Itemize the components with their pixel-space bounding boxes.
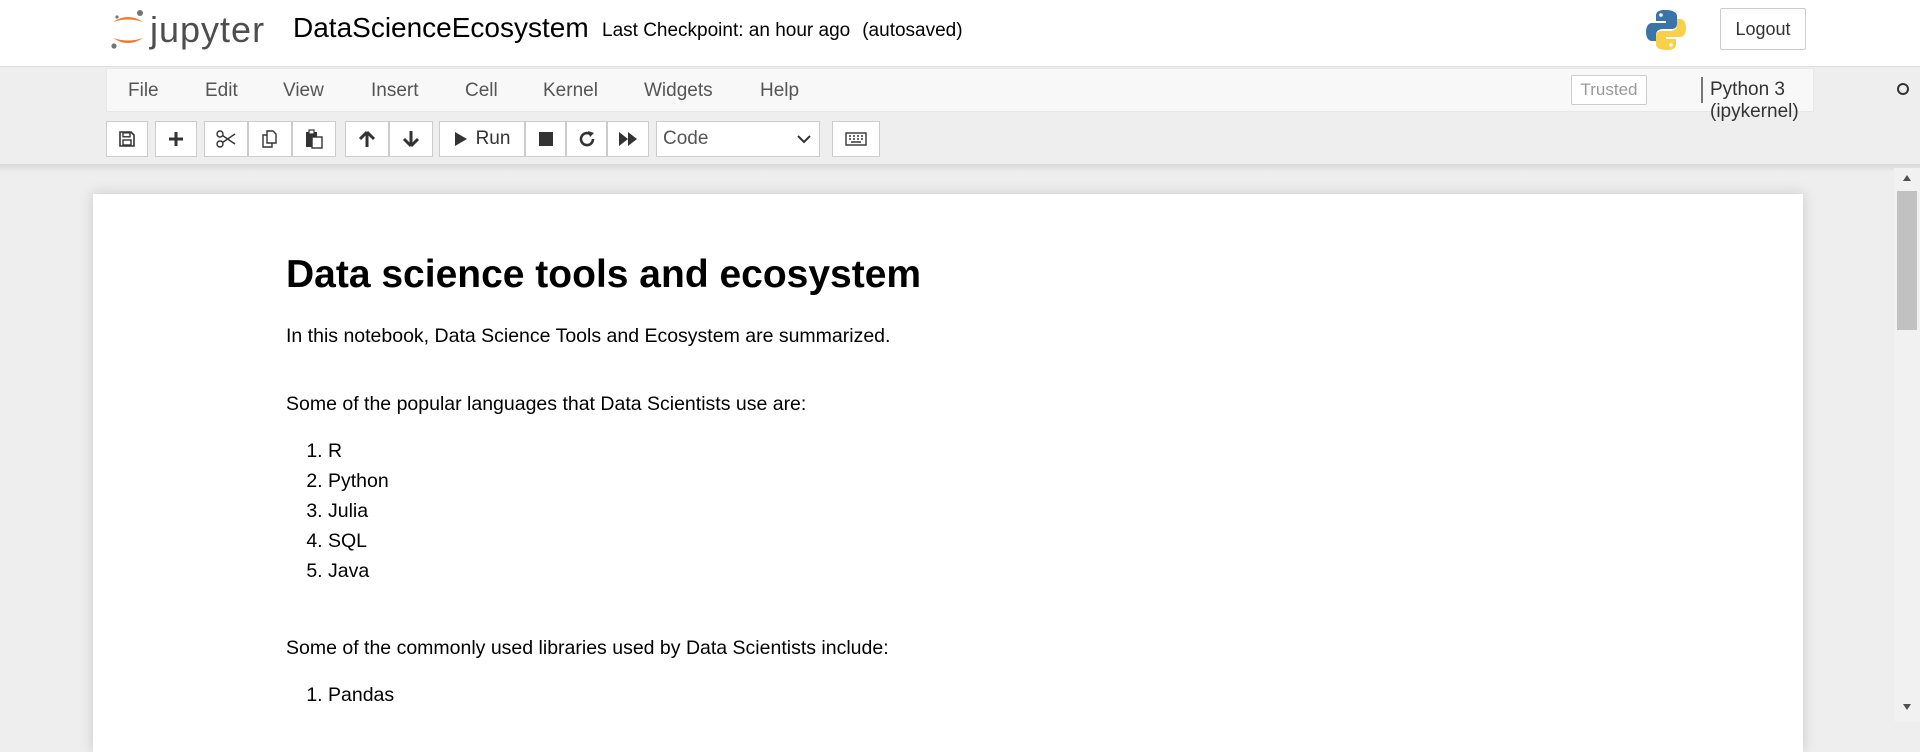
arrow-up-icon [358, 130, 376, 147]
copy-button[interactable] [248, 121, 292, 157]
list-item: Pandas [328, 680, 1586, 710]
scroll-down-arrow-icon[interactable] [1902, 703, 1912, 711]
notebook-title[interactable]: DataScienceEcosystem [293, 12, 589, 44]
menu-help[interactable]: Help [760, 80, 799, 102]
save-button[interactable] [106, 121, 148, 157]
cut-icon [216, 130, 236, 148]
command-palette-button[interactable] [832, 121, 880, 157]
run-button[interactable]: Run [439, 121, 525, 157]
stop-icon [538, 132, 553, 146]
scroll-up-arrow-icon[interactable] [1902, 174, 1912, 182]
menu-insert[interactable]: Insert [371, 80, 419, 102]
header-shadow [0, 164, 1920, 172]
cell-type-select[interactable]: Code [656, 121, 820, 157]
paste-icon [306, 129, 323, 149]
autosave-status: (autosaved) [862, 20, 963, 41]
interrupt-button[interactable] [525, 121, 566, 157]
cell-type-value: Code [663, 128, 709, 149]
libraries-list: Pandas [286, 680, 1586, 710]
menu-kernel[interactable]: Kernel [543, 80, 598, 102]
list-item: R [328, 436, 1586, 466]
play-icon [454, 132, 467, 146]
chevron-down-icon [797, 135, 811, 144]
markdown-cell[interactable]: Data science tools and ecosystem In this… [286, 252, 1586, 710]
logout-button[interactable]: Logout [1720, 8, 1806, 50]
keyboard-icon [845, 132, 867, 146]
checkpoint-status: Last Checkpoint: an hour ago (autosaved) [602, 20, 963, 42]
restart-button[interactable] [566, 121, 607, 157]
menu-file[interactable]: File [128, 80, 159, 102]
scrollbar-thumb[interactable] [1897, 191, 1917, 330]
menu-view[interactable]: View [283, 80, 324, 102]
checkpoint-text: Last Checkpoint: an hour ago [602, 20, 851, 41]
list-item: Python [328, 466, 1586, 496]
menu-cell[interactable]: Cell [465, 80, 498, 102]
libraries-intro: Some of the commonly used libraries used… [286, 637, 889, 659]
fast-forward-icon [619, 132, 637, 146]
logo-text: jupyter [150, 9, 266, 50]
languages-list: R Python Julia SQL Java [286, 436, 1586, 586]
copy-icon [262, 130, 277, 148]
menu-edit[interactable]: Edit [205, 80, 238, 102]
cut-button[interactable] [204, 121, 248, 157]
list-item: SQL [328, 526, 1586, 556]
plus-icon [169, 132, 183, 146]
python-logo-icon [1644, 8, 1688, 57]
restart-icon [579, 131, 594, 147]
list-item: Java [328, 556, 1586, 586]
arrow-down-icon [402, 131, 420, 148]
vertical-scrollbar[interactable] [1894, 168, 1920, 722]
kernel-idle-indicator-icon [1897, 83, 1909, 95]
menubar: File Edit View Insert Cell Kernel Widget… [106, 68, 1909, 122]
cell-heading: Data science tools and ecosystem [286, 253, 922, 296]
jupyter-logo-icon [111, 10, 143, 49]
move-up-button[interactable] [345, 121, 389, 157]
intro-paragraph: In this notebook, Data Science Tools and… [286, 325, 891, 347]
restart-run-all-button[interactable] [607, 121, 649, 157]
jupyter-logo[interactable]: jupyter [110, 8, 265, 52]
header: jupyter DataScienceEcosystem Last Checkp… [0, 0, 1920, 67]
paste-button[interactable] [292, 121, 336, 157]
toolbar: Run Code [0, 118, 1920, 162]
list-item: Julia [328, 496, 1586, 526]
trusted-button[interactable]: Trusted [1571, 75, 1647, 105]
menu-widgets[interactable]: Widgets [644, 80, 713, 102]
save-icon [119, 131, 135, 147]
notebook-container[interactable]: Data science tools and ecosystem In this… [93, 194, 1803, 752]
languages-intro: Some of the popular languages that Data … [286, 393, 807, 415]
insert-cell-button[interactable] [155, 121, 197, 157]
kernel-divider [1701, 77, 1703, 103]
run-label: Run [475, 128, 511, 149]
move-down-button[interactable] [389, 121, 433, 157]
kernel-name[interactable]: Python 3 (ipykernel) [1710, 79, 1813, 123]
